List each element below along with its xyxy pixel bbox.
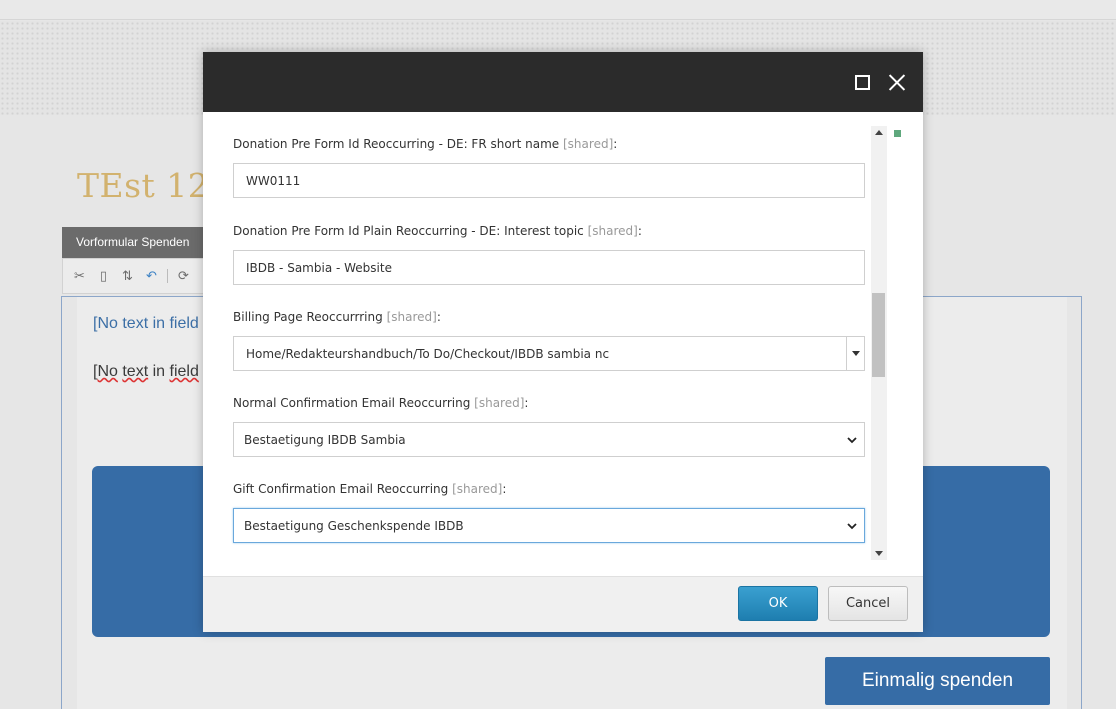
empty-field-placeholder[interactable]: [No text in field <box>93 315 199 333</box>
field-label-text: Normal Confirmation Email Reoccurring <box>233 396 471 410</box>
dialog-footer: OK Cancel <box>203 576 923 632</box>
shared-tag: [shared] <box>386 310 437 324</box>
scroll-down-arrow-icon[interactable] <box>875 551 883 556</box>
field-label-billing-page: Billing Page Reoccurrring [shared]: <box>233 310 441 324</box>
field-label-gift-confirmation: Gift Confirmation Email Reoccurring [sha… <box>233 482 506 496</box>
ok-button[interactable]: OK <box>738 586 818 621</box>
label-colon: : <box>637 224 642 238</box>
top-bar <box>0 0 1116 20</box>
document-icon[interactable]: ▯ <box>95 268 112 285</box>
chevron-down-icon <box>847 523 857 530</box>
billing-page-value: Home/Redakteurshandbuch/To Do/Checkout/I… <box>246 346 610 361</box>
field-label-text: Donation Pre Form Id Reoccurring - DE: F… <box>233 137 560 151</box>
triangle-down-icon <box>851 351 860 356</box>
cancel-button[interactable]: Cancel <box>828 586 908 621</box>
field-label-text: Billing Page Reoccurrring <box>233 310 383 324</box>
component-toolbar: ✂ ▯ ⇅ ↶ ⟳ <box>62 258 212 294</box>
component-header[interactable]: Vorformular Spenden <box>62 227 212 258</box>
status-indicator <box>894 130 901 137</box>
droplink-toggle-button[interactable] <box>846 337 864 370</box>
undo-icon[interactable]: ↶ <box>143 268 160 285</box>
fr-short-name-input[interactable] <box>233 163 865 198</box>
normal-confirmation-select[interactable]: Bestaetigung IBDB Sambia <box>233 422 865 457</box>
gift-confirmation-select[interactable]: Bestaetigung Geschenkspende IBDB <box>233 508 865 543</box>
edit-dialog: Donation Pre Form Id Reoccurring - DE: F… <box>203 52 923 632</box>
toolbar-divider <box>167 269 168 283</box>
dialog-header <box>203 52 923 112</box>
placeholder-word-in: in <box>148 363 170 380</box>
label-colon: : <box>524 396 529 410</box>
field-label-text: Donation Pre Form Id Plain Reoccurring -… <box>233 224 584 238</box>
billing-page-droplink[interactable]: Home/Redakteurshandbuch/To Do/Checkout/I… <box>233 336 865 371</box>
label-colon: : <box>502 482 507 496</box>
label-colon: : <box>436 310 441 324</box>
empty-field-placeholder-2[interactable]: [No text in field <box>93 363 199 381</box>
close-icon <box>888 73 906 91</box>
shared-tag: [shared] <box>452 482 503 496</box>
dialog-body: Donation Pre Form Id Reoccurring - DE: F… <box>203 112 923 576</box>
shared-tag: [shared] <box>474 396 525 410</box>
field-label-fr-short-name: Donation Pre Form Id Reoccurring - DE: F… <box>233 137 617 151</box>
maximize-button[interactable] <box>850 70 874 94</box>
scroll-up-arrow-icon[interactable] <box>875 130 883 135</box>
close-button[interactable] <box>885 70 909 94</box>
interest-topic-input[interactable] <box>233 250 865 285</box>
field-label-interest-topic: Donation Pre Form Id Plain Reoccurring -… <box>233 224 642 238</box>
field-label-text: Gift Confirmation Email Reoccurring <box>233 482 449 496</box>
dialog-scrollbar[interactable] <box>871 126 887 560</box>
normal-confirmation-value: Bestaetigung IBDB Sambia <box>244 432 406 447</box>
shared-tag: [shared] <box>563 137 614 151</box>
gift-confirmation-value: Bestaetigung Geschenkspende IBDB <box>244 518 464 533</box>
field-label-normal-confirmation: Normal Confirmation Email Reoccurring [s… <box>233 396 528 410</box>
maximize-icon <box>854 74 870 90</box>
shared-tag: [shared] <box>587 224 638 238</box>
placeholder-word-text: text <box>122 363 149 380</box>
refresh-icon[interactable]: ⟳ <box>175 268 192 285</box>
tools-icon[interactable]: ✂ <box>71 268 88 285</box>
placeholder-word-field: field <box>169 363 199 380</box>
sort-arrows-icon[interactable]: ⇅ <box>119 268 136 285</box>
scrollbar-thumb[interactable] <box>872 293 885 377</box>
label-colon: : <box>613 137 618 151</box>
donate-once-button[interactable]: Einmalig spenden <box>825 657 1050 705</box>
chevron-down-icon <box>847 437 857 444</box>
placeholder-word-no: No <box>97 363 118 380</box>
